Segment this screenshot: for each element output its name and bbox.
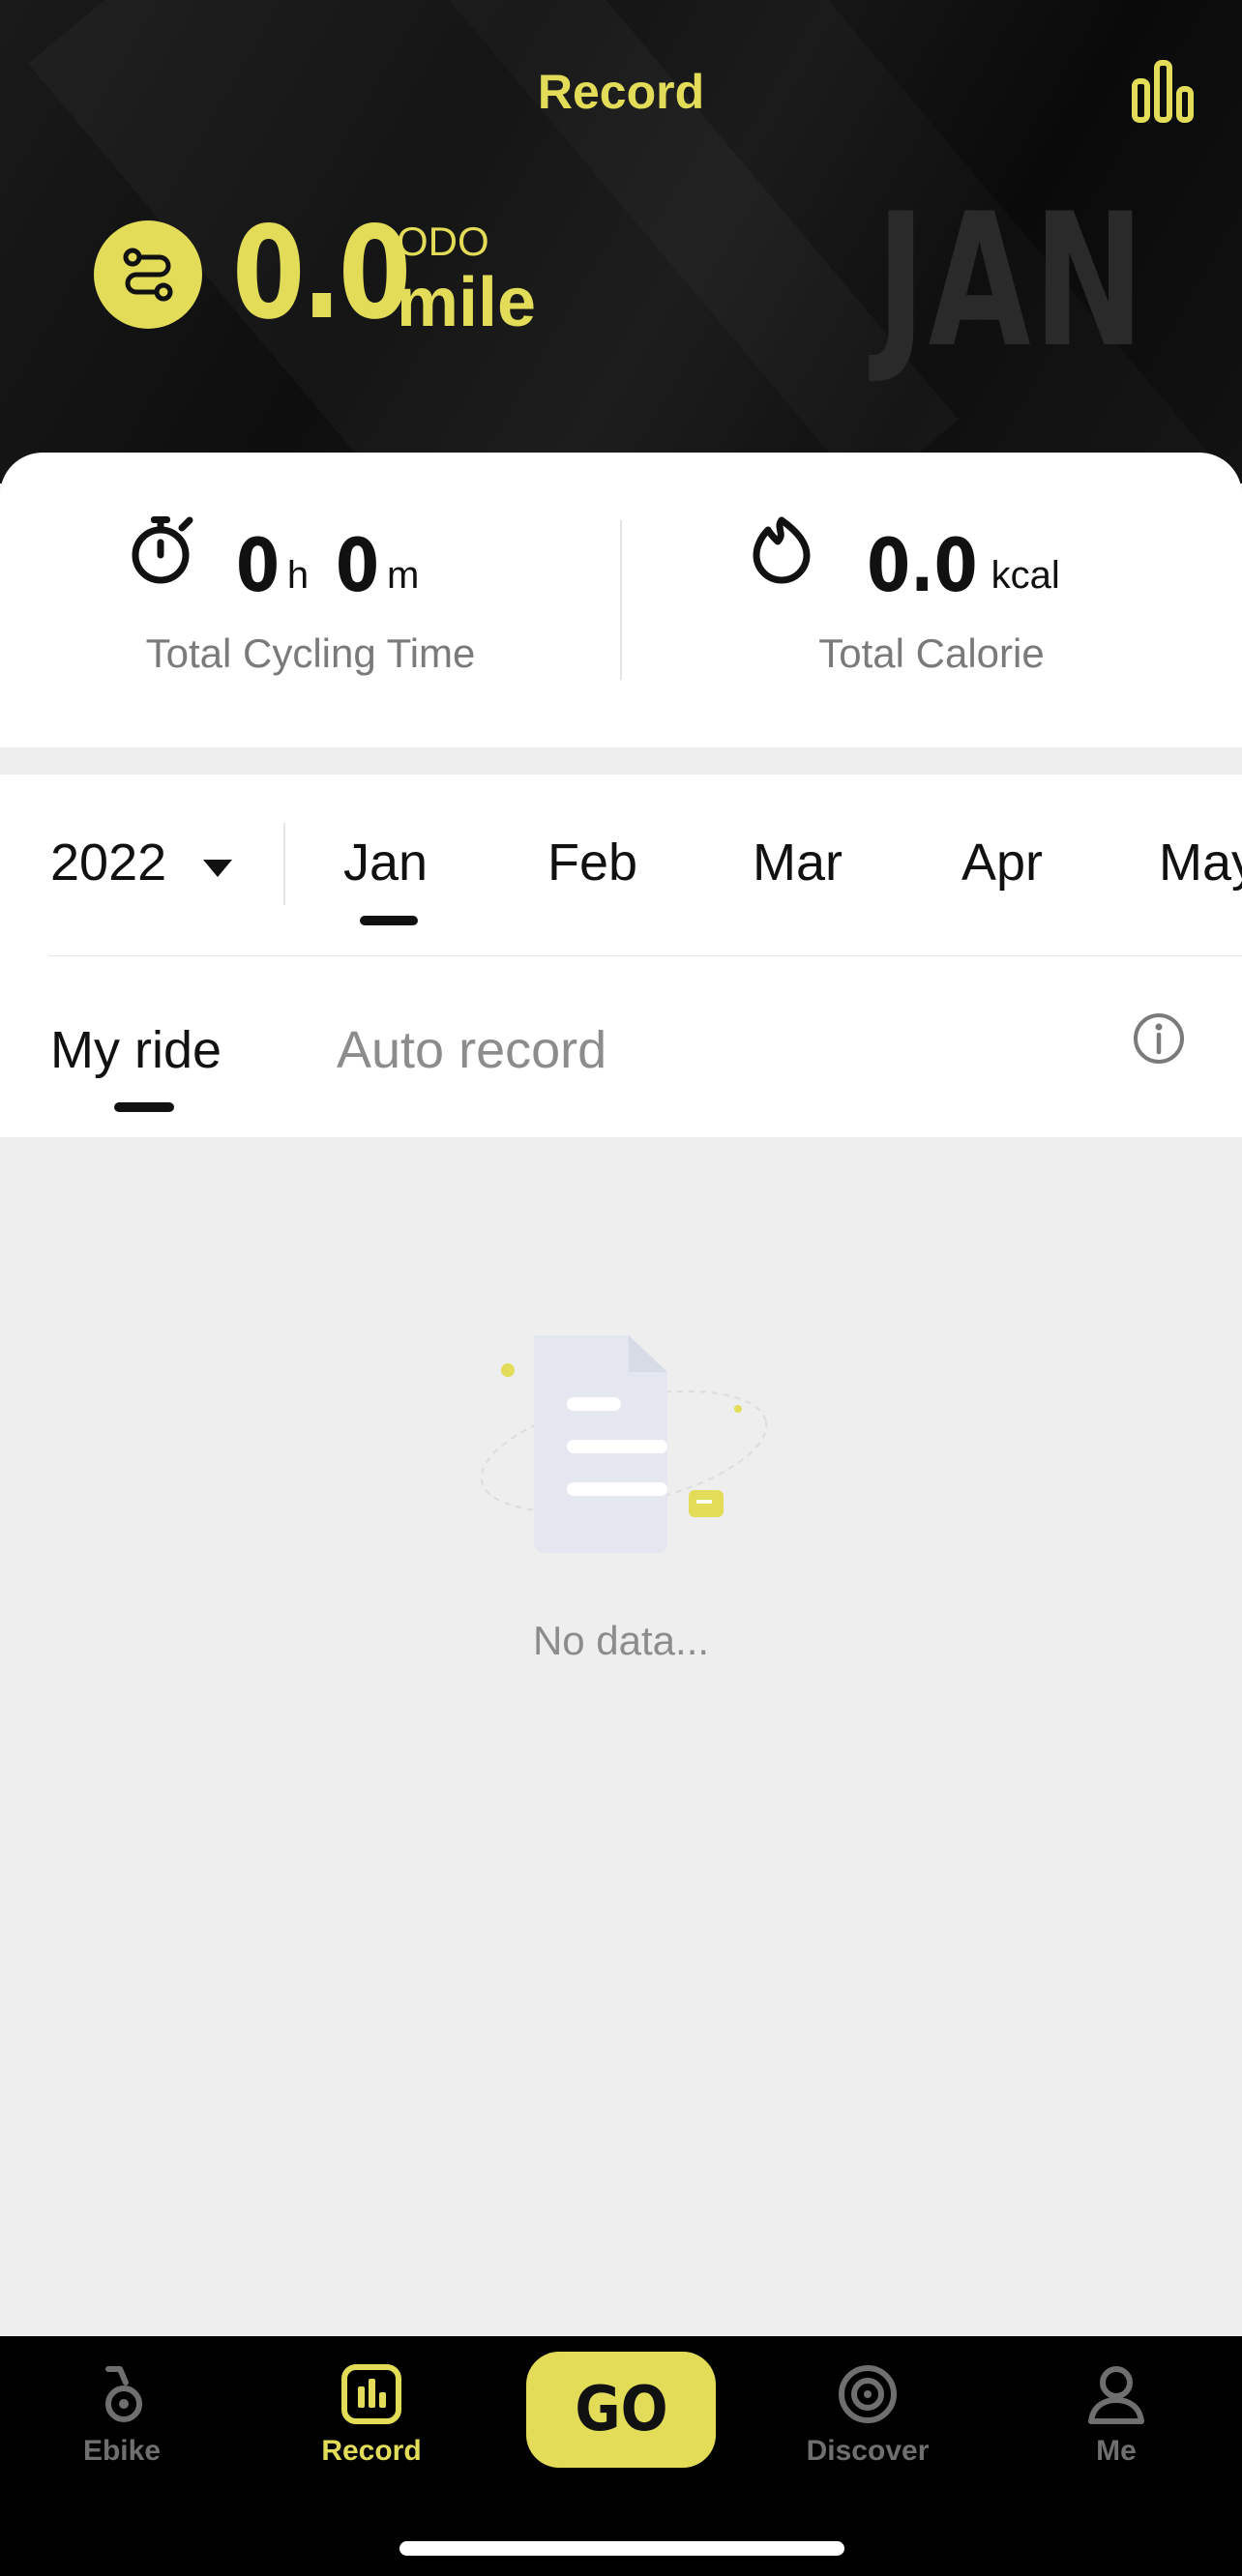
calorie-caption: Total Calorie — [818, 630, 1045, 676]
home-indicator — [399, 2541, 844, 2556]
nav-label-record: Record — [321, 2435, 422, 2467]
info-icon[interactable] — [1132, 1011, 1186, 1066]
odo-label: ODO — [397, 219, 489, 264]
month-tab-jan[interactable]: Jan — [343, 833, 428, 893]
odo-value: 0.0 — [232, 199, 411, 348]
month-watermark: JAN — [876, 174, 1147, 388]
route-icon — [123, 248, 173, 302]
header: Record 0.0 ODO mile JAN — [0, 0, 1242, 483]
tab-my-ride[interactable]: My ride — [50, 1020, 222, 1080]
nav-record[interactable]: Record — [275, 2336, 468, 2481]
nav-label-me: Me — [1096, 2435, 1137, 2467]
bike-icon — [105, 2366, 142, 2422]
record-chart-icon — [341, 2364, 401, 2424]
page-title: Record — [537, 65, 705, 119]
nav-ebike[interactable]: Ebike — [25, 2336, 219, 2481]
month-tab-apr[interactable]: Apr — [961, 833, 1043, 893]
cycling-time-value: 0 h 0 m — [232, 512, 442, 609]
calorie-unit: kcal — [991, 554, 1060, 597]
discover-icon — [839, 2365, 897, 2423]
calorie-value: 0.0 — [867, 522, 978, 608]
selected-month-indicator — [360, 916, 418, 925]
time-hours-unit: h — [286, 554, 310, 597]
odo-badge — [94, 220, 202, 329]
flame-icon — [753, 516, 811, 584]
nav-label-discover: Discover — [806, 2435, 930, 2467]
month-tab-mar[interactable]: Mar — [753, 833, 843, 893]
active-tab-indicator — [114, 1102, 174, 1112]
time-hours: 0 — [235, 522, 280, 608]
month-tab-may[interactable]: May — [1159, 833, 1242, 893]
time-minutes-unit: m — [387, 554, 420, 597]
summary-card: 0 h 0 m Total Cycling Time 0.0 kcal Tota… — [0, 453, 1242, 747]
person-icon — [1088, 2366, 1144, 2424]
year-divider — [283, 823, 285, 905]
go-label: GO — [574, 2374, 668, 2445]
empty-message: No data... — [532, 1618, 710, 1663]
go-button[interactable]: GO — [526, 2352, 716, 2468]
section-gap — [0, 747, 1242, 775]
bottom-nav: Ebike Record GO Discover Me — [0, 2336, 1242, 2576]
month-selector: 2022 Jan Feb Mar Apr May — [0, 775, 1242, 956]
month-tab-feb[interactable]: Feb — [547, 833, 637, 893]
stopwatch-icon — [132, 516, 193, 584]
year-dropdown[interactable]: 2022 — [50, 833, 166, 893]
cycling-time-summary: 0 h 0 m Total Cycling Time — [0, 453, 621, 747]
time-minutes: 0 — [336, 522, 380, 608]
odo-unit: mile — [397, 264, 537, 341]
nav-label-ebike: Ebike — [82, 2435, 162, 2467]
calorie-value-row: 0.0 kcal — [857, 512, 1083, 609]
calorie-summary: 0.0 kcal Total Calorie — [621, 453, 1242, 747]
cycling-time-caption: Total Cycling Time — [145, 630, 476, 676]
nav-discover[interactable]: Discover — [771, 2336, 964, 2481]
tab-auto-record[interactable]: Auto record — [337, 1020, 606, 1080]
bar-chart-icon[interactable] — [1132, 60, 1194, 124]
nav-me[interactable]: Me — [1020, 2336, 1213, 2481]
caret-down-icon[interactable] — [203, 860, 232, 877]
empty-document-illustration — [480, 1335, 768, 1553]
ride-list-empty: No data... — [0, 1137, 1242, 2336]
ride-tabs: My ride Auto record — [0, 956, 1242, 1137]
